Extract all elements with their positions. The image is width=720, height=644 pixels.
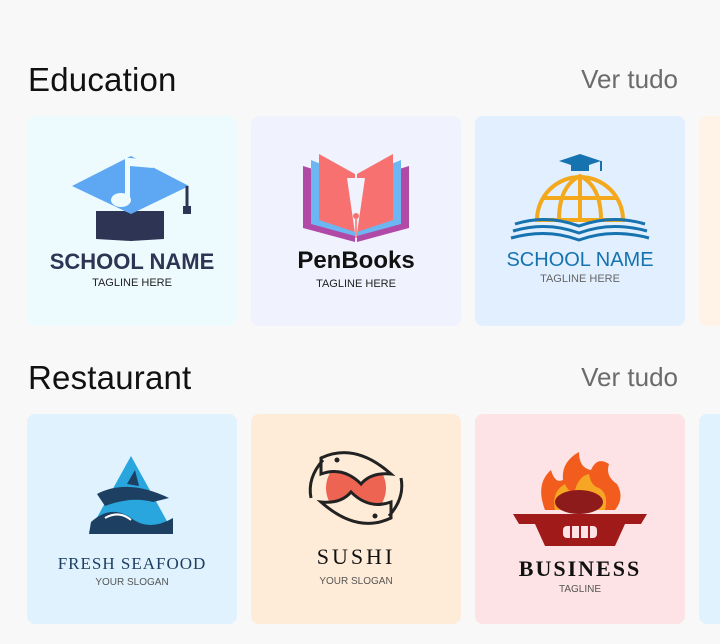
logo-tagline-text: TAGLINE [558,584,602,595]
education-logo-card-3[interactable]: SCHOOL NAME TAGLINE HERE [475,116,685,326]
restaurant-logo-card-4-partial[interactable] [699,414,720,624]
education-logo-card-1[interactable]: SCHOOL NAME TAGLINE HERE [27,116,237,326]
logo-name-text: SUSHI [316,544,396,569]
section-title-education: Education [28,61,177,98]
see-all-restaurant-link[interactable]: Ver tudo [581,362,678,393]
globe-book-cap-icon [510,154,650,242]
logo-name-text: FRESH SEAFOOD [57,554,207,573]
education-logo-card-4-partial[interactable] [699,116,720,326]
see-all-education-link[interactable]: Ver tudo [581,64,678,95]
logo-name-text: BUSINESS [518,556,642,581]
shark-wave-icon [89,456,173,534]
graduation-cap-note-icon [72,156,191,241]
koi-fish-icon [308,451,404,525]
logo-name-text: SCHOOL NAME [506,249,654,271]
restaurant-logo-card-3[interactable]: BUSINESS TAGLINE [475,414,685,624]
logo-name-text: PenBooks [297,247,415,274]
logo-tagline-text: YOUR SLOGAN [319,576,393,587]
logo-tagline-text: YOUR SLOGAN [95,577,169,588]
open-book-pen-icon [303,154,409,242]
logo-name-text: SCHOOL NAME [49,249,215,274]
logo-tagline-text: TAGLINE HERE [92,277,172,289]
logo-tagline-text: TAGLINE HERE [540,273,620,285]
education-logo-card-2[interactable]: PenBooks TAGLINE HERE [251,116,461,326]
restaurant-logo-card-1[interactable]: FRESH SEAFOOD YOUR SLOGAN [27,414,237,624]
section-title-restaurant: Restaurant [28,359,192,396]
logo-tagline-text: TAGLINE HERE [316,278,396,290]
restaurant-logo-card-2[interactable]: SUSHI YOUR SLOGAN [251,414,461,624]
